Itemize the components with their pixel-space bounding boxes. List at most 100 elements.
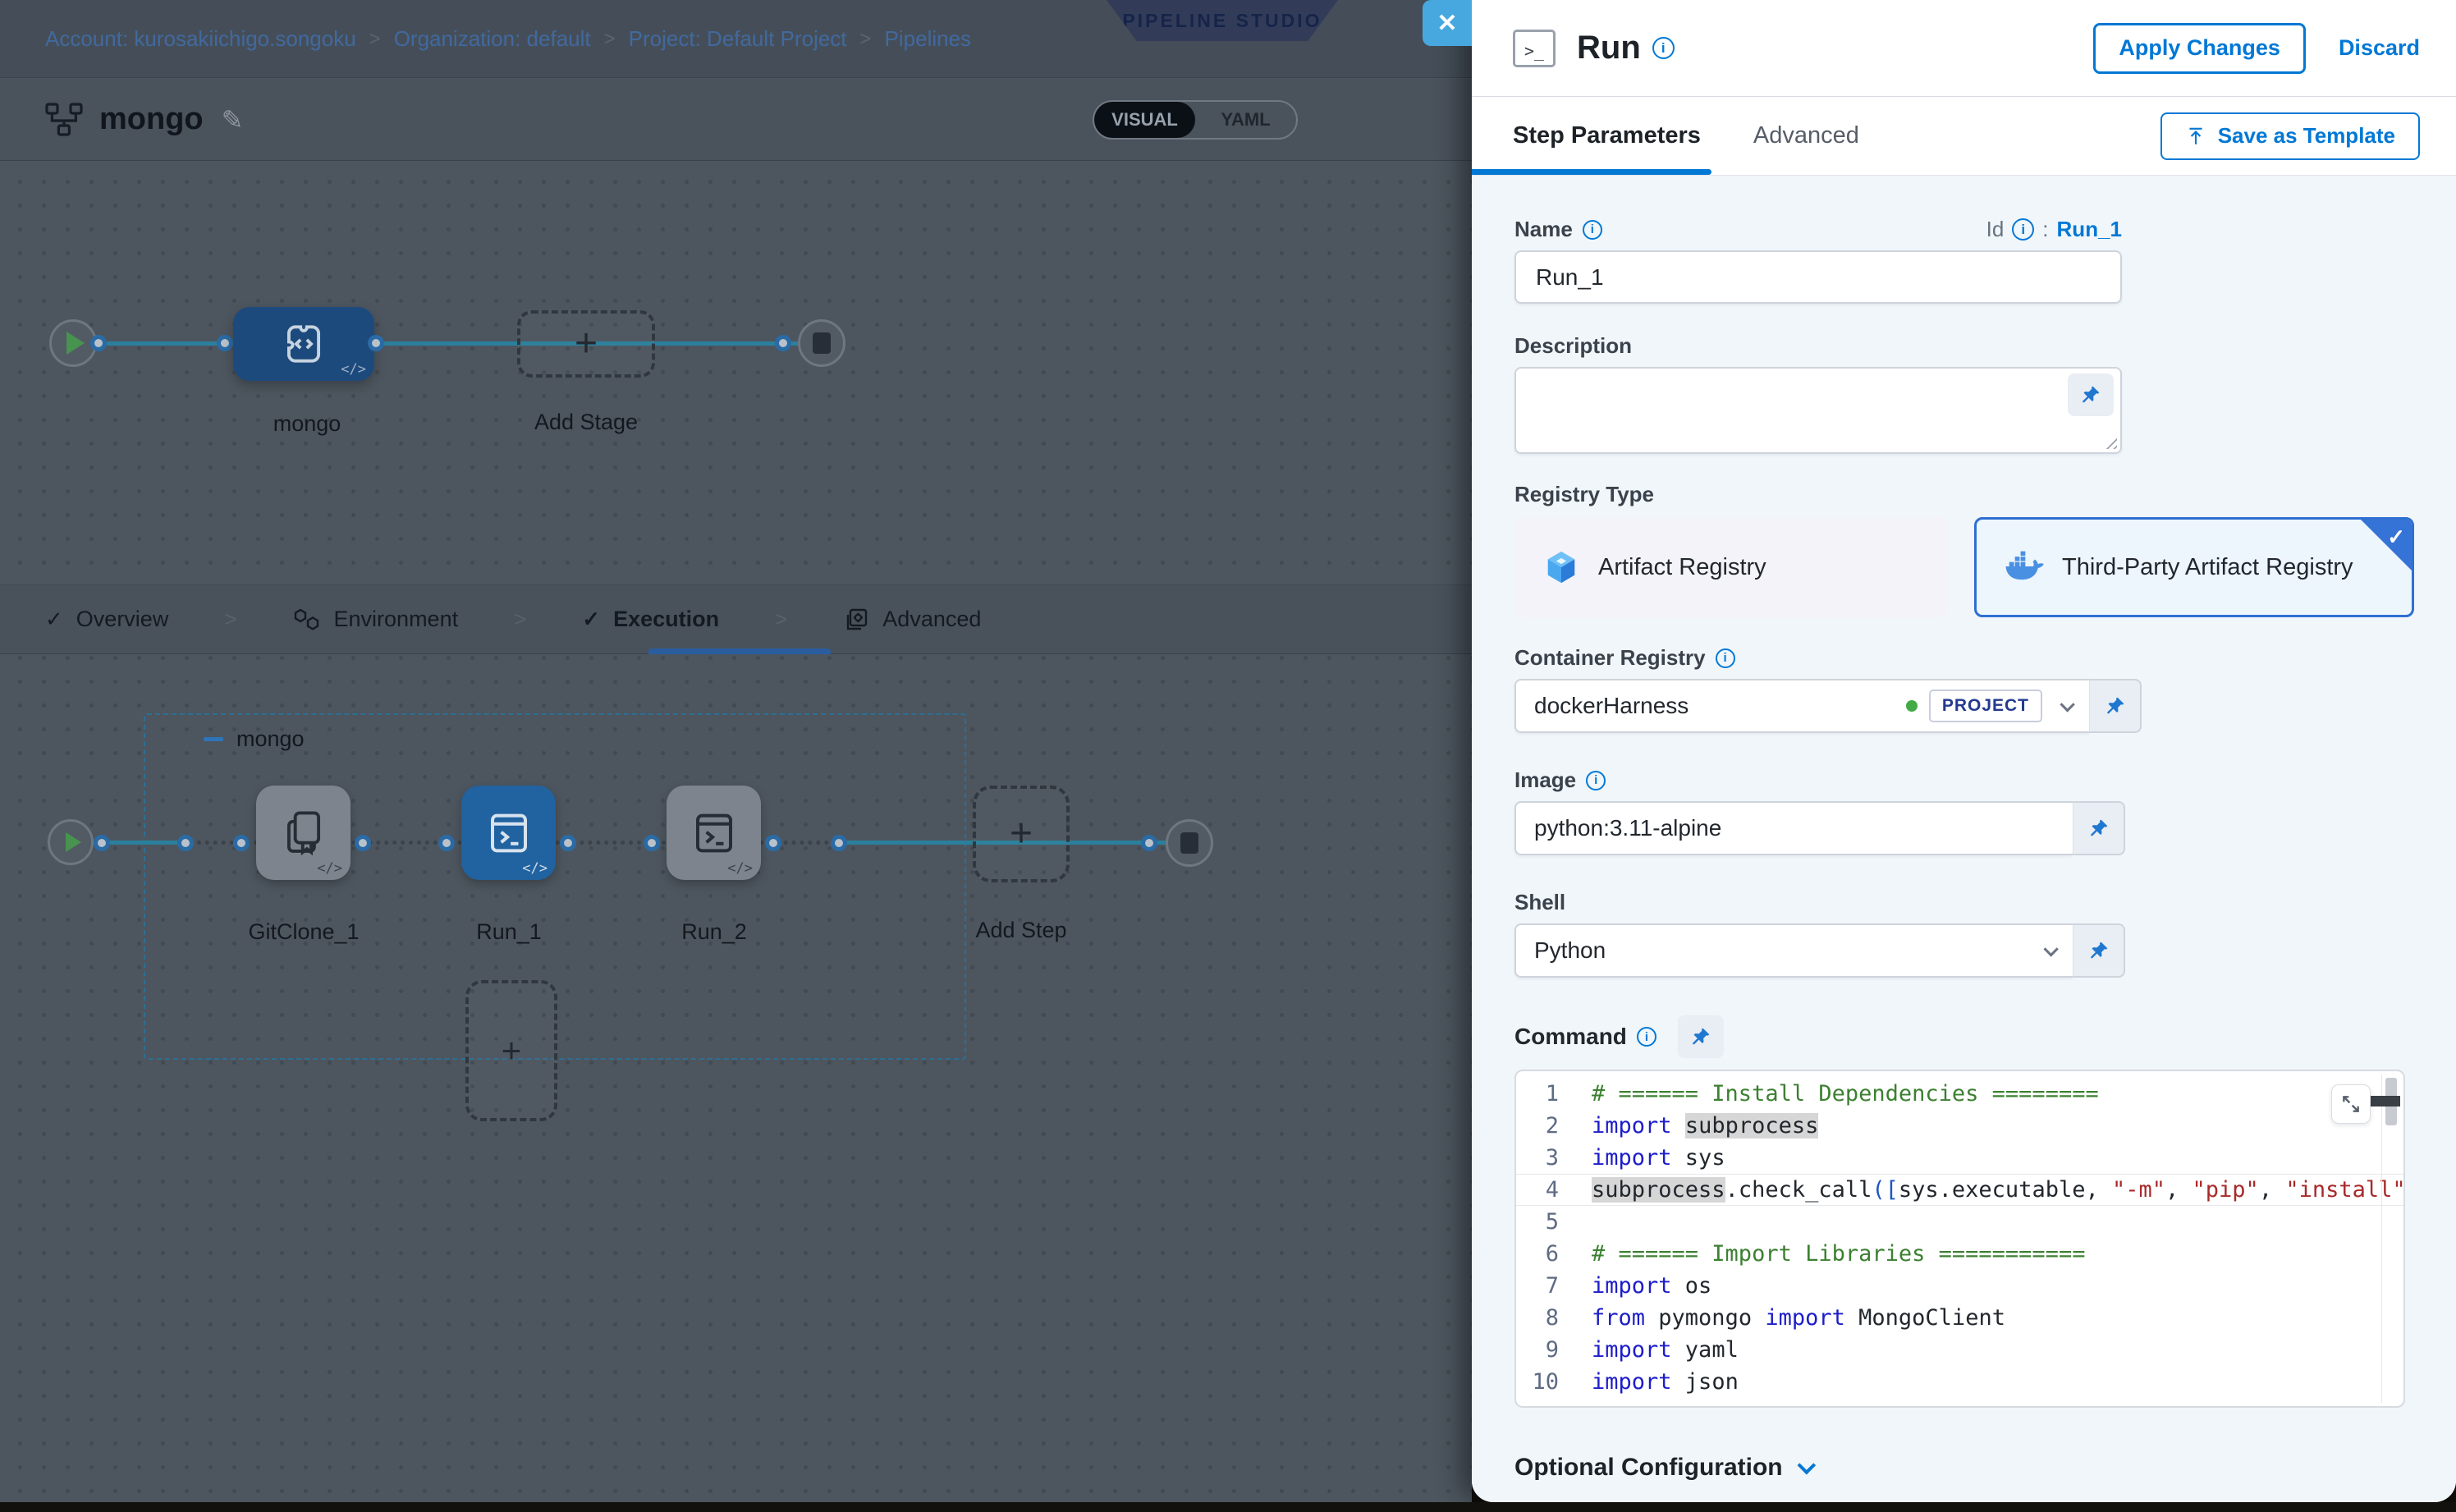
third-party-artifact-registry-card[interactable]: Third-Party Artifact Registry ✓ <box>1974 517 2414 617</box>
shell-label: Shell <box>1514 890 2420 915</box>
add-stage-button[interactable]: + <box>517 310 655 378</box>
name-label-row: Name i <box>1514 217 1602 242</box>
port <box>94 835 110 851</box>
active-tab-underline <box>1472 169 1711 175</box>
name-label: Name <box>1514 217 1573 242</box>
environment-icon <box>293 607 321 632</box>
stage-node-mongo[interactable]: </> <box>233 307 374 381</box>
collapse-icon[interactable] <box>204 737 223 741</box>
code-line-5[interactable]: 5 <box>1516 1206 2403 1238</box>
image-label: Image <box>1514 767 1576 793</box>
breadcrumb-separator: > <box>860 28 872 51</box>
description-label: Description <box>1514 333 2420 359</box>
save-template-icon <box>2185 126 2206 147</box>
port <box>1141 835 1157 851</box>
expand-editor-button[interactable] <box>2331 1084 2371 1124</box>
pin-input-button[interactable] <box>2068 373 2114 416</box>
add-parallel-step-button[interactable]: + <box>465 980 557 1121</box>
tab-step-parameters[interactable]: Step Parameters <box>1513 122 1701 149</box>
step-node-run-2[interactable]: </> <box>667 786 761 880</box>
code-line-2[interactable]: 2import subprocess <box>1516 1110 2403 1142</box>
image-input[interactable]: python:3.11-alpine <box>1514 801 2073 855</box>
check-icon: ✓ <box>45 607 63 632</box>
line-number: 1 <box>1516 1078 1579 1110</box>
save-as-template-button[interactable]: Save as Template <box>2160 112 2420 160</box>
name-input[interactable] <box>1514 250 2122 304</box>
code-line-1[interactable]: 1# ====== Install Dependencies ======== <box>1516 1078 2403 1110</box>
plus-icon: + <box>1010 814 1033 854</box>
close-panel-button[interactable]: ✕ <box>1423 0 1472 46</box>
tab-advanced[interactable]: Advanced <box>843 607 981 633</box>
info-icon[interactable]: i <box>2012 218 2034 241</box>
id-label: Id <box>1986 217 2005 242</box>
tab-execution[interactable]: ✓ Execution <box>582 607 719 632</box>
registry-type-options: Artifact Registry Third-Party Artifact R… <box>1514 517 2420 617</box>
info-icon[interactable]: i <box>1583 220 1602 240</box>
apply-changes-button[interactable]: Apply Changes <box>2093 23 2306 74</box>
info-icon[interactable]: i <box>1716 648 1735 668</box>
pin-input-button[interactable] <box>2089 679 2142 733</box>
id-row: Id i : Run_1 <box>1986 217 2122 242</box>
code-line-7[interactable]: 7import os <box>1516 1270 2403 1302</box>
toggle-visual[interactable]: VISUAL <box>1094 102 1195 138</box>
code-line-4[interactable]: 4subprocess.check_call([sys.executable, … <box>1516 1174 2403 1206</box>
pin-input-button[interactable] <box>2073 923 2125 978</box>
step-label: GitClone_1 <box>248 919 359 945</box>
id-value[interactable]: Run_1 <box>2057 217 2122 242</box>
save-as-template-label: Save as Template <box>2218 123 2395 149</box>
chevron-down-icon <box>2060 697 2074 712</box>
shell-label-text: Shell <box>1514 890 1565 915</box>
tab-separator: > <box>224 607 236 632</box>
info-icon[interactable]: i <box>1637 1027 1656 1047</box>
info-icon[interactable]: i <box>1652 37 1675 59</box>
image-value: python:3.11-alpine <box>1534 815 1721 841</box>
add-step-button[interactable]: + <box>973 786 1070 882</box>
tab-environment[interactable]: Environment <box>293 607 459 632</box>
discard-button[interactable]: Discard <box>2339 35 2420 61</box>
pipeline-canvas[interactable]: </> + mongo Add Stage ✓ Overview > <box>0 162 1472 1502</box>
third-party-artifact-registry-label: Third-Party Artifact Registry <box>2062 554 2353 581</box>
tab-overview[interactable]: ✓ Overview <box>45 607 168 632</box>
command-label: Command i <box>1514 1024 1656 1050</box>
artifact-registry-card[interactable]: Artifact Registry <box>1514 517 1948 617</box>
description-input[interactable] <box>1514 367 2122 454</box>
tab-execution-label: Execution <box>613 607 719 632</box>
breadcrumb-account[interactable]: Account: kurosakiichigo.songoku <box>45 26 356 52</box>
container-registry-select[interactable]: dockerHarness PROJECT <box>1514 679 2089 733</box>
code-line-10[interactable]: 10import json <box>1516 1366 2403 1398</box>
breadcrumb-organization[interactable]: Organization: default <box>394 26 591 52</box>
optional-configuration-toggle[interactable]: Optional Configuration <box>1514 1454 2420 1482</box>
plus-icon: + <box>575 324 598 364</box>
code-line-3[interactable]: 3import sys <box>1516 1142 2403 1174</box>
line-number: 3 <box>1516 1142 1579 1174</box>
code-badge: </> <box>341 361 366 378</box>
pipeline-studio-screen: Account: kurosakiichigo.songoku > Organi… <box>0 0 2456 1512</box>
code-line-6[interactable]: 6# ====== Import Libraries =========== <box>1516 1238 2403 1270</box>
toggle-yaml[interactable]: YAML <box>1195 102 1296 138</box>
tab-advanced[interactable]: Advanced <box>1753 122 1859 149</box>
container-registry-field: dockerHarness PROJECT <box>1514 679 2420 733</box>
pin-input-button[interactable] <box>1678 1015 1724 1058</box>
port <box>233 835 250 851</box>
breadcrumb: Account: kurosakiichigo.songoku > Organi… <box>45 0 971 78</box>
port <box>90 335 107 351</box>
pin-icon <box>1690 1026 1711 1047</box>
edit-pipeline-icon[interactable]: ✎ <box>222 104 244 135</box>
breadcrumb-project[interactable]: Project: Default Project <box>629 26 847 52</box>
build-stage-icon <box>278 318 329 369</box>
pin-input-button[interactable] <box>2073 801 2125 855</box>
code-line-8[interactable]: 8from pymongo import MongoClient <box>1516 1302 2403 1334</box>
code-line-9[interactable]: 9import yaml <box>1516 1334 2403 1366</box>
breadcrumb-pipelines[interactable]: Pipelines <box>885 26 972 52</box>
scrollbar-marker <box>2371 1096 2400 1107</box>
editor-scrollbar[interactable] <box>2381 1074 2399 1403</box>
step-node-run-1[interactable]: </> <box>461 786 556 880</box>
stage-group-header[interactable]: mongo <box>204 726 305 752</box>
command-code-editor[interactable]: 1# ====== Install Dependencies ========2… <box>1514 1070 2405 1408</box>
info-icon[interactable]: i <box>1586 771 1606 790</box>
shell-field: Python <box>1514 923 2420 978</box>
shell-select[interactable]: Python <box>1514 923 2073 978</box>
step-node-gitclone-1[interactable]: </> <box>256 786 351 880</box>
scope-badge: PROJECT <box>1929 690 2042 722</box>
port <box>438 835 455 851</box>
